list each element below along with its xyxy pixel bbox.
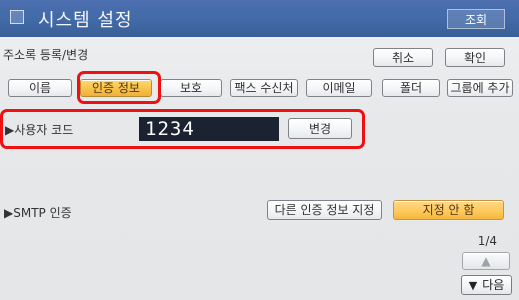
user-code-label: ▶사용자 코드 <box>5 123 74 137</box>
titlebar-right-button[interactable]: 조회 <box>447 9 505 29</box>
arrow-down-icon: ▼ <box>468 278 478 292</box>
specify-other-auth-button[interactable]: 다른 인증 정보 지정 <box>267 200 382 220</box>
arrow-up-icon: ▲ <box>481 254 491 268</box>
page-indicator: 1/4 <box>477 234 497 248</box>
tab-authentication-info[interactable]: 인증 정보 <box>80 79 152 97</box>
window-title: 시스템 설정 <box>38 10 133 31</box>
tab-folder[interactable]: 폴더 <box>382 79 440 97</box>
next-page-button[interactable]: ▼ 다음 <box>461 275 512 295</box>
change-user-code-button[interactable]: 변경 <box>288 118 352 139</box>
system-settings-screen: 시스템 설정 조회 주소록 등록/변경 취소 확인 이름 인증 정보 보호 팩스… <box>0 0 519 300</box>
ok-button[interactable]: 확인 <box>445 48 505 67</box>
user-code-display: 1234 <box>139 117 279 141</box>
tab-name[interactable]: 이름 <box>8 79 72 97</box>
tab-email[interactable]: 이메일 <box>306 79 372 97</box>
page-subtitle: 주소록 등록/변경 <box>3 48 89 62</box>
smtp-auth-label: ▶SMTP 인증 <box>4 206 72 220</box>
page-up-button[interactable]: ▲ <box>462 252 510 270</box>
do-not-specify-button[interactable]: 지정 안 함 <box>393 200 504 220</box>
settings-icon <box>10 10 24 24</box>
tab-add-to-group[interactable]: 그룹에 추가 <box>447 79 513 97</box>
titlebar: 시스템 설정 조회 <box>0 0 519 37</box>
tab-protection[interactable]: 보호 <box>160 79 222 97</box>
next-page-label: 다음 <box>482 278 505 292</box>
cancel-button[interactable]: 취소 <box>373 48 433 67</box>
tab-fax-destination[interactable]: 팩스 수신처 <box>230 79 298 97</box>
